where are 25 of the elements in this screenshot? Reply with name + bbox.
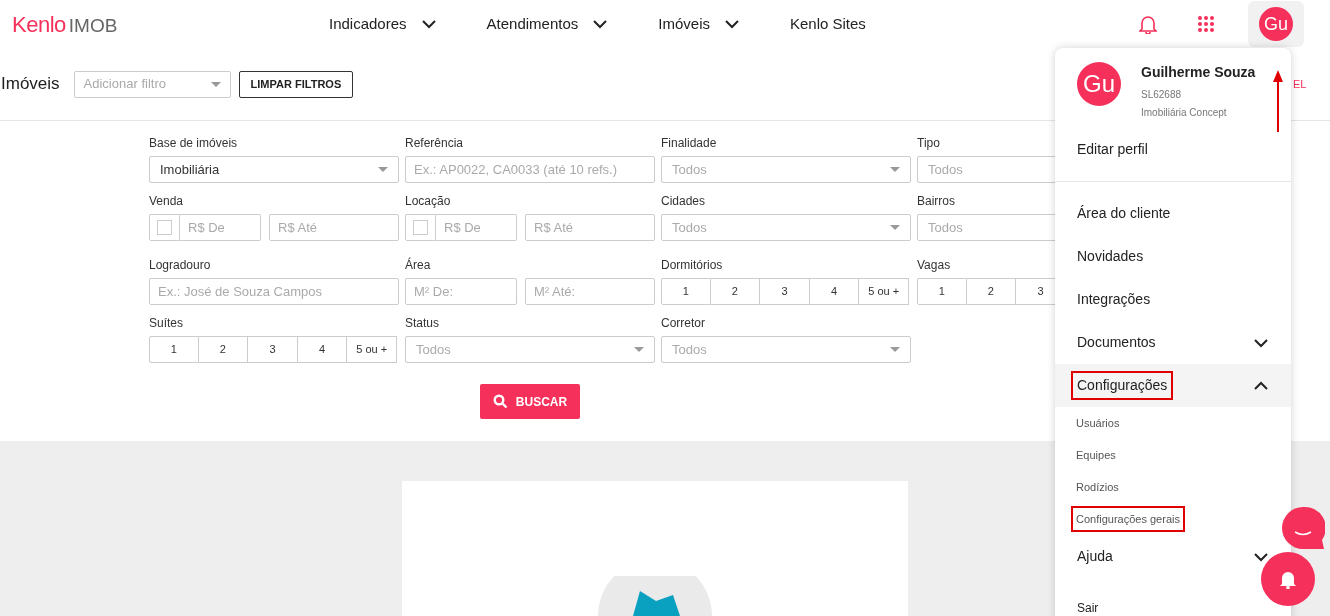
menu-section-label: Configurações	[1073, 373, 1172, 398]
field-label: Status	[405, 316, 440, 330]
field-label: Locação	[405, 194, 451, 208]
user-company: Imobiliária Concept	[1141, 106, 1228, 120]
field-label: Logradouro	[149, 258, 211, 272]
field-label: Base de imóveis	[149, 136, 238, 150]
logo-brand: Kenlo	[12, 10, 66, 39]
user-code: SL62688	[1141, 88, 1183, 102]
field-label: Venda	[149, 194, 184, 208]
field-label: Finalidade	[661, 136, 717, 150]
field-label: Tipo	[917, 136, 940, 150]
field-label: Corretor	[661, 316, 705, 330]
field-label: Dormitórios	[661, 258, 723, 272]
field-label: Área	[405, 258, 431, 272]
field-label: Vagas	[917, 258, 951, 272]
page-title: Imóveis	[1, 73, 60, 96]
user-avatar: Gu	[1077, 62, 1121, 106]
field-label: Referência	[405, 136, 464, 150]
menu-section-label: Documentos	[1076, 333, 1157, 352]
field-label: Bairros	[917, 194, 955, 208]
menu-section-label: Ajuda	[1076, 547, 1114, 566]
logo-product: IMOB	[68, 13, 118, 38]
field-label: Cidades	[661, 194, 706, 208]
user-name: Guilherme Souza	[1141, 63, 1256, 82]
field-label: Suítes	[149, 316, 184, 330]
